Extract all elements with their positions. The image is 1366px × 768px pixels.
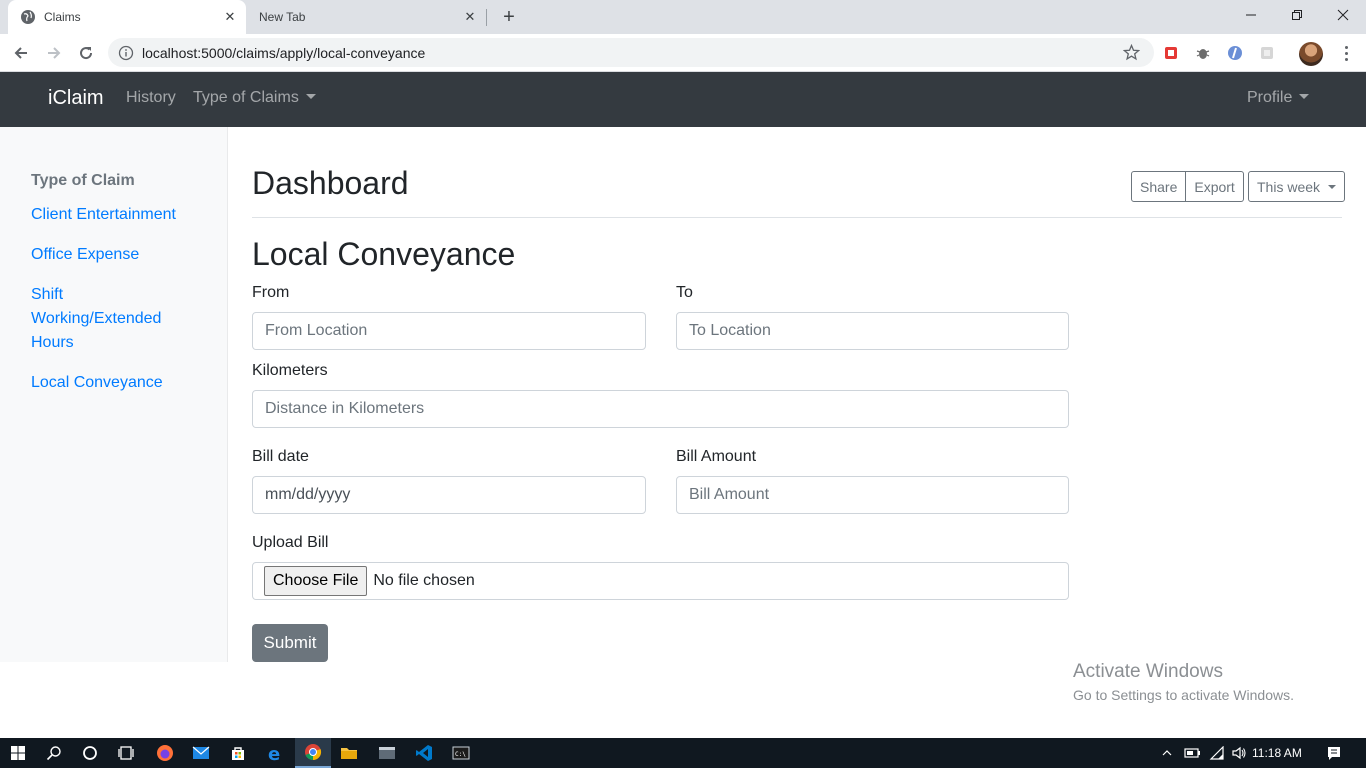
- submit-button[interactable]: Submit: [252, 624, 328, 662]
- file-explorer-icon[interactable]: [331, 738, 367, 768]
- header-divider: [252, 217, 1342, 218]
- kilometers-label: Kilometers: [252, 362, 328, 379]
- sidebar-item-client-entertainment[interactable]: Client Entertainment: [31, 203, 201, 227]
- kilometers-input[interactable]: [252, 390, 1069, 428]
- globe-icon: [20, 9, 36, 25]
- bill-date-input[interactable]: mm/dd/yyyy: [252, 476, 646, 514]
- period-label: This week: [1257, 178, 1321, 195]
- chevron-down-icon: [1299, 94, 1310, 99]
- sidebar-item-local-conveyance[interactable]: Local Conveyance: [31, 371, 201, 395]
- search-icon[interactable]: [36, 738, 72, 768]
- nav-profile[interactable]: Profile: [1247, 89, 1310, 107]
- tab-title: New Tab: [259, 10, 306, 24]
- from-label: From: [252, 284, 290, 301]
- close-icon[interactable]: ✕: [462, 9, 478, 25]
- choose-file-button[interactable]: Choose File: [264, 566, 368, 596]
- windows-taskbar: e C:\ 11:18 AM: [0, 738, 1366, 768]
- window-close-icon[interactable]: [1320, 0, 1366, 30]
- edge-icon[interactable]: e: [257, 738, 293, 768]
- extension-bug-icon[interactable]: [1194, 44, 1212, 62]
- forward-icon[interactable]: [42, 41, 66, 65]
- plus-icon[interactable]: +: [498, 6, 520, 28]
- nav-profile-label: Profile: [1247, 89, 1293, 106]
- page-title: Dashboard: [252, 165, 409, 201]
- extension-blue-icon[interactable]: [1226, 44, 1244, 62]
- chevron-down-icon: [1328, 184, 1337, 189]
- export-button[interactable]: Export: [1186, 171, 1244, 202]
- action-center-icon[interactable]: [1322, 738, 1346, 768]
- extension-grey-icon[interactable]: [1258, 44, 1276, 62]
- maximize-icon[interactable]: [1274, 0, 1320, 30]
- app-navbar: iClaim History Type of Claims Profile: [0, 72, 1366, 127]
- chevron-down-icon: [305, 94, 316, 99]
- tab-new-tab[interactable]: New Tab ✕: [246, 0, 486, 34]
- brand-logo[interactable]: iClaim: [48, 87, 104, 110]
- nav-history[interactable]: History: [126, 89, 176, 107]
- watermark-title: Activate Windows: [1073, 661, 1223, 682]
- svg-text:C:\: C:\: [455, 751, 466, 758]
- bill-amount-input[interactable]: [676, 476, 1069, 514]
- wifi-icon[interactable]: [1207, 738, 1227, 768]
- chrome-icon[interactable]: [295, 738, 331, 768]
- address-bar[interactable]: localhost:5000/claims/apply/local-convey…: [108, 38, 1154, 67]
- mail-icon[interactable]: [183, 738, 219, 768]
- back-icon[interactable]: [9, 41, 33, 65]
- sidebar: Type of Claim Client Entertainment Offic…: [0, 127, 228, 662]
- url-text: localhost:5000/claims/apply/local-convey…: [142, 44, 426, 61]
- menu-icon[interactable]: [1336, 43, 1356, 63]
- tab-title: Claims: [44, 10, 81, 24]
- upload-bill-field: Choose File No file chosen: [252, 562, 1069, 600]
- share-export-group: Share Export: [1131, 171, 1244, 202]
- bill-date-value: mm/dd/yyyy: [265, 486, 351, 503]
- task-view-icon[interactable]: [108, 738, 144, 768]
- nav-type-of-claims[interactable]: Type of Claims: [193, 89, 316, 107]
- close-icon[interactable]: ✕: [222, 9, 238, 25]
- windows-start-icon[interactable]: [0, 738, 36, 768]
- cortana-icon[interactable]: [72, 738, 108, 768]
- svg-text:e: e: [268, 744, 280, 762]
- reload-icon[interactable]: [74, 41, 98, 65]
- bill-date-label: Bill date: [252, 448, 309, 465]
- app-window-icon[interactable]: [369, 738, 405, 768]
- chevron-up-icon[interactable]: [1158, 738, 1176, 768]
- to-label: To: [676, 284, 693, 301]
- terminal-icon[interactable]: C:\: [443, 738, 479, 768]
- battery-icon[interactable]: [1182, 738, 1202, 768]
- browser-tabstrip: Claims ✕ New Tab ✕ +: [0, 0, 1366, 34]
- info-icon[interactable]: [118, 45, 134, 61]
- profile-avatar[interactable]: [1299, 42, 1323, 66]
- vscode-icon[interactable]: [406, 738, 442, 768]
- to-location-input[interactable]: [676, 312, 1069, 350]
- sidebar-item-office-expense[interactable]: Office Expense: [31, 243, 201, 267]
- taskbar-clock[interactable]: 11:18 AM: [1252, 746, 1302, 760]
- bill-amount-label: Bill Amount: [676, 448, 757, 465]
- nav-type-of-claims-label: Type of Claims: [193, 89, 299, 106]
- from-location-input[interactable]: [252, 312, 646, 350]
- watermark-subtitle: Go to Settings to activate Windows.: [1073, 687, 1294, 703]
- volume-icon[interactable]: [1229, 738, 1249, 768]
- tab-separator: [486, 9, 487, 26]
- extension-shield-icon[interactable]: [1162, 44, 1180, 62]
- upload-bill-label: Upload Bill: [252, 534, 329, 551]
- period-dropdown[interactable]: This week: [1248, 171, 1346, 202]
- sidebar-item-shift-working[interactable]: Shift Working/Extended Hours: [31, 283, 181, 355]
- form-title: Local Conveyance: [252, 236, 516, 272]
- firefox-icon[interactable]: [147, 738, 183, 768]
- share-button[interactable]: Share: [1131, 171, 1187, 202]
- star-icon[interactable]: [1123, 44, 1140, 61]
- file-status: No file chosen: [373, 572, 475, 589]
- sidebar-heading: Type of Claim: [31, 172, 135, 189]
- store-icon[interactable]: [220, 738, 256, 768]
- activate-windows-watermark: Activate Windows Go to Settings to activ…: [1073, 661, 1294, 703]
- browser-toolbar: localhost:5000/claims/apply/local-convey…: [0, 34, 1366, 72]
- minimize-icon[interactable]: [1228, 0, 1274, 30]
- tab-claims[interactable]: Claims ✕: [8, 0, 246, 34]
